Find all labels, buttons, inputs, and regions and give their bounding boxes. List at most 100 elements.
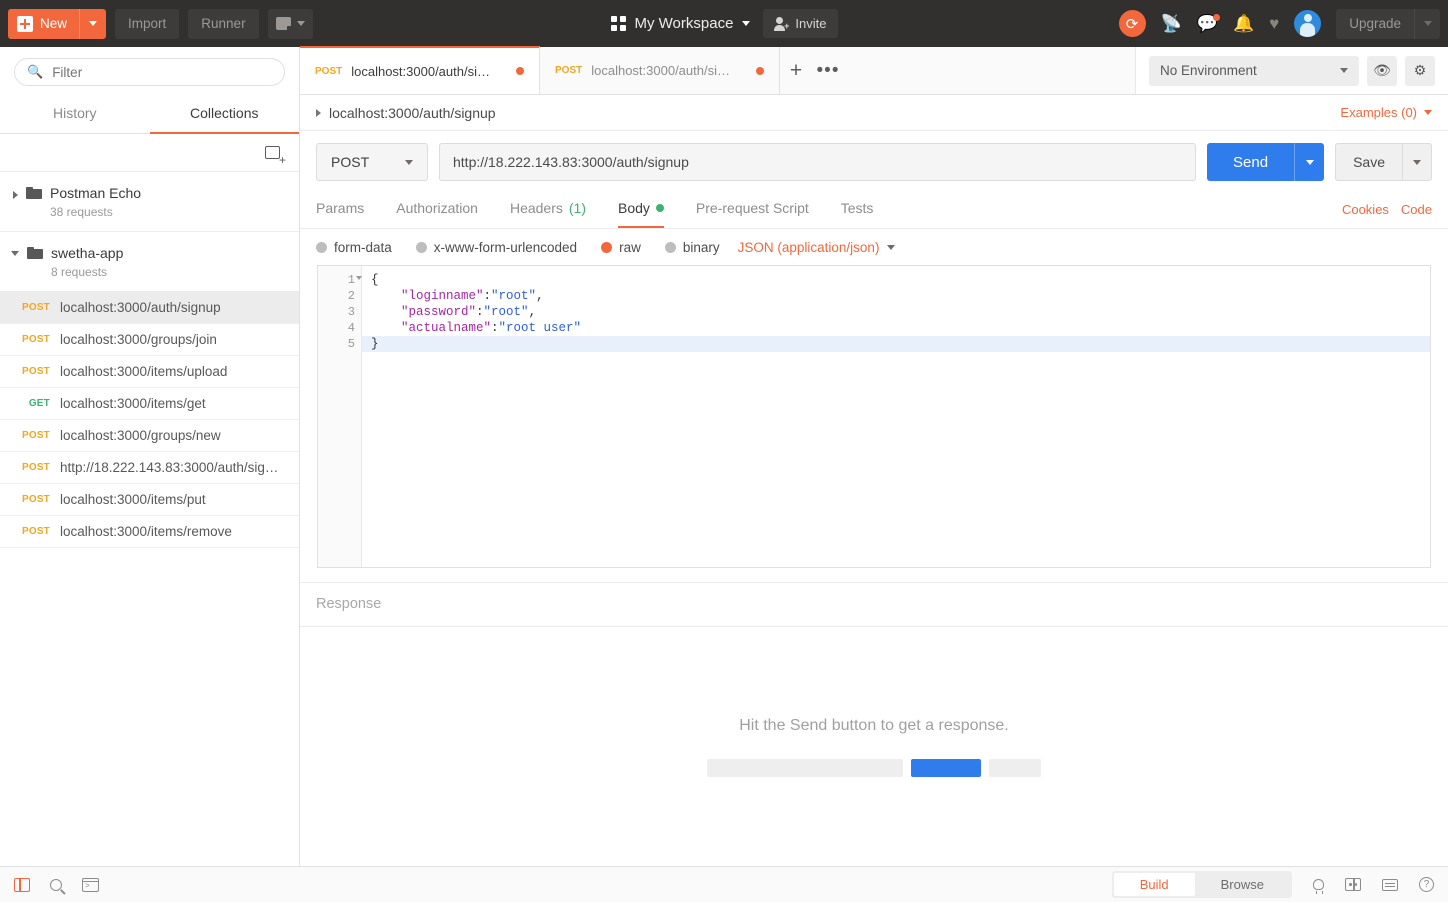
bell-icon[interactable]: 🔔 [1233,15,1254,32]
bulb-icon[interactable] [1313,879,1324,894]
line-number: 4 [347,321,355,335]
search-icon[interactable] [50,878,62,891]
request-name: localhost:3000/items/get [60,396,206,411]
line-number: 1 [318,272,362,288]
list-item[interactable]: POST localhost:3000/groups/join [0,324,299,356]
collection-swetha-app[interactable]: swetha-app 8 requests [0,232,299,292]
request-tab-2[interactable]: POST localhost:3000/auth/signup [540,47,780,94]
chevron-down-icon[interactable] [11,251,19,256]
tab-collections[interactable]: Collections [149,96,299,134]
keyboard-icon[interactable] [1382,878,1398,891]
editor-code[interactable]: { "loginname":"root", "password":"root",… [362,266,1430,567]
new-tab-button[interactable] [267,8,313,39]
body-type-form-data[interactable]: form-data [316,240,392,255]
import-button[interactable]: Import [115,8,180,39]
tab-pre-request-script[interactable]: Pre-request Script [696,191,809,228]
body-type-binary[interactable]: binary [664,240,720,255]
code-token: "password" [401,305,477,319]
tab-name: localhost:3000/auth/signup [351,63,495,79]
tab-params[interactable]: Params [316,191,364,228]
body-type-urlencoded[interactable]: x-www-form-urlencoded [415,240,577,255]
collection-postman-echo[interactable]: Postman Echo 38 requests [0,172,299,232]
sidebar-toggle-icon[interactable] [14,877,30,892]
top-toolbar: New Import Runner My Workspace + Invite … [0,0,1448,47]
tab-more-button[interactable]: ••• [812,47,844,94]
body-type-raw[interactable]: raw [601,240,641,255]
content-area: POST localhost:3000/auth/signup POST loc… [300,46,1448,866]
console-icon[interactable] [82,877,99,892]
url-field[interactable] [439,143,1197,181]
tab-body[interactable]: Body [618,191,664,228]
save-button[interactable]: Save [1335,143,1432,181]
comment-icon[interactable]: 💬 [1197,14,1220,32]
new-button-dropdown[interactable] [79,8,106,39]
workspace-selector[interactable]: My Workspace [610,15,751,32]
list-item[interactable]: GET localhost:3000/items/get [0,388,299,420]
tab-headers[interactable]: Headers (1) [510,191,586,228]
filter-box[interactable]: 🔍 [14,58,285,86]
invite-button[interactable]: + Invite [763,9,838,38]
breadcrumb-row: localhost:3000/auth/signup Examples (0) [300,95,1448,131]
body-format-label: JSON (application/json) [737,240,880,255]
collection-text: swetha-app 8 requests [51,244,123,279]
body-format-selector[interactable]: JSON (application/json) [738,240,896,255]
examples-dropdown[interactable]: Examples (0) [1340,105,1432,120]
tab-history[interactable]: History [0,96,150,134]
list-item[interactable]: POST localhost:3000/items/upload [0,356,299,388]
browse-option[interactable]: Browse [1195,873,1290,896]
sync-button[interactable]: ⟳ [1118,10,1146,37]
request-method: POST [21,302,50,313]
chevron-down-icon [742,21,751,26]
build-option[interactable]: Build [1113,873,1195,896]
body-type-label: binary [682,240,720,255]
radio-icon [664,242,676,253]
heart-icon[interactable]: ♥ [1269,15,1279,32]
code-token: } [371,337,379,351]
add-tab-button[interactable]: + [780,47,812,94]
method-selector[interactable]: POST [316,143,428,181]
breadcrumb[interactable]: localhost:3000/auth/signup [316,105,496,121]
list-item[interactable]: POST localhost:3000/items/remove [0,516,299,548]
sidebar-tabs: History Collections [0,96,299,134]
grid-icon [610,16,626,31]
new-button[interactable]: New [8,8,107,39]
eye-icon[interactable]: 👁 [1367,55,1397,86]
code-link[interactable]: Code [1401,202,1432,217]
folder-icon [27,247,43,259]
two-pane-icon[interactable] [1345,878,1361,891]
upgrade-dropdown[interactable] [1414,8,1440,39]
send-button[interactable]: Send [1207,143,1325,181]
chevron-down-icon [89,21,98,26]
code-token: "actualname" [401,321,492,335]
cookies-link[interactable]: Cookies [1342,202,1389,217]
line-number: 3 [347,305,355,319]
new-button-main[interactable]: New [8,9,79,39]
request-tabs-bar: POST localhost:3000/auth/signup POST loc… [300,46,1448,95]
code-token: , [536,289,544,303]
url-input[interactable] [453,154,1183,170]
request-tab-1[interactable]: POST localhost:3000/auth/signup [300,46,540,94]
new-button-label: New [40,16,68,31]
environment-selector[interactable]: No Environment [1149,55,1359,86]
tab-tests[interactable]: Tests [841,191,874,228]
gear-icon[interactable]: ⚙ [1405,55,1435,86]
tab-authorization[interactable]: Authorization [396,191,478,228]
editor-gutter: 12 3 4 5 [318,266,362,567]
new-collection-icon[interactable] [265,146,286,166]
list-item[interactable]: POST localhost:3000/groups/new [0,420,299,452]
send-dropdown[interactable] [1294,143,1325,181]
chevron-down-icon [1424,110,1432,115]
save-dropdown[interactable] [1402,144,1431,180]
body-editor[interactable]: 12345 { "loginname":"root", "password":"… [317,265,1431,568]
list-item[interactable]: POST http://18.222.143.83:3000/auth/sig… [0,452,299,484]
filter-input[interactable] [52,64,272,80]
user-avatar[interactable] [1294,10,1322,37]
help-icon[interactable]: ? [1419,877,1434,892]
runner-button[interactable]: Runner [188,8,259,39]
list-item[interactable]: POST localhost:3000/items/put [0,484,299,516]
upgrade-button[interactable]: Upgrade [1336,8,1440,39]
chevron-right-icon[interactable] [13,191,18,199]
list-item[interactable]: POST localhost:3000/auth/signup [0,292,299,324]
satellite-icon[interactable]: 📡 [1161,15,1182,32]
